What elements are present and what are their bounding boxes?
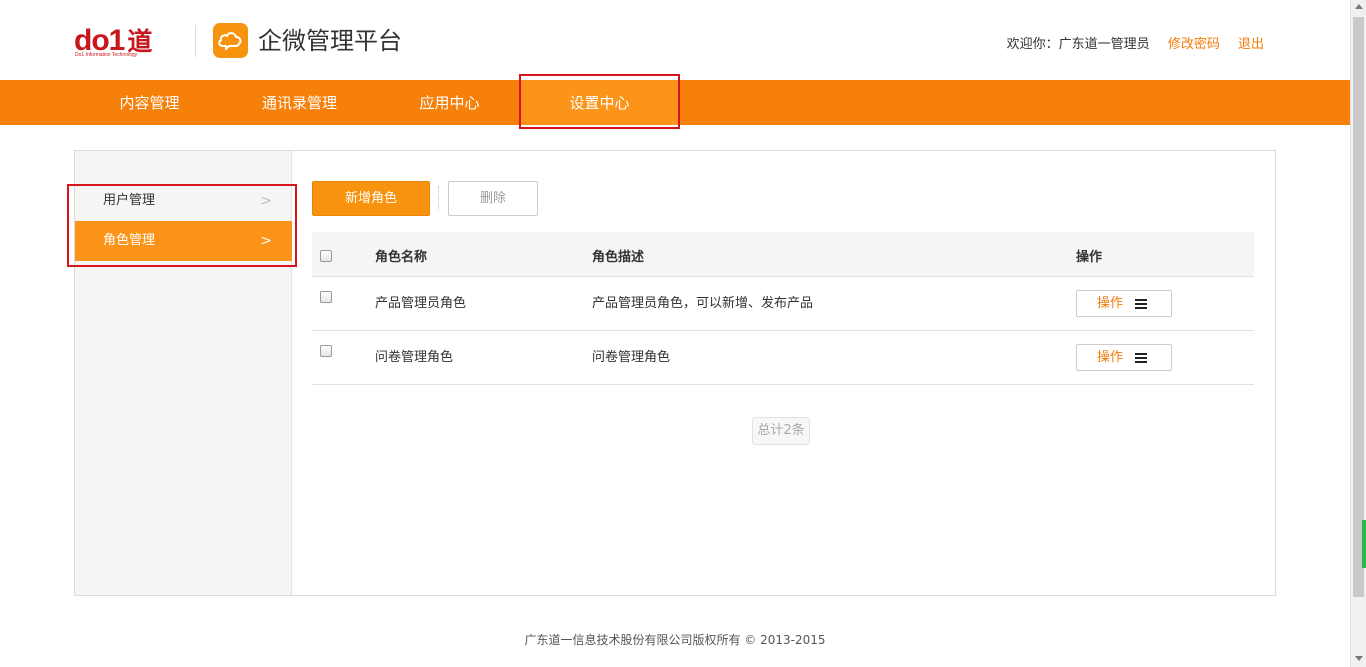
scroll-down-arrow-icon[interactable] bbox=[1355, 656, 1363, 661]
total-count: 总计2条 bbox=[752, 417, 810, 445]
nav-item-apps[interactable]: 应用中心 bbox=[378, 80, 521, 125]
column-header-name: 角色名称 bbox=[375, 250, 428, 265]
scroll-up-arrow-icon[interactable] bbox=[1355, 4, 1363, 9]
brand-title: 企微管理平台 bbox=[258, 27, 402, 55]
nav-highlight-frame bbox=[519, 74, 680, 129]
cloud-chat-icon bbox=[213, 23, 248, 58]
logout-link[interactable]: 退出 bbox=[1238, 37, 1264, 52]
user-area: 欢迎你：广东道一管理员 修改密码 退出 bbox=[1007, 36, 1264, 54]
nav-item-contacts[interactable]: 通讯录管理 bbox=[221, 80, 378, 125]
footer-copyright: 广东道一信息技术股份有限公司版权所有 © 2013-2015 bbox=[524, 633, 826, 647]
row-action-label: 操作 bbox=[1097, 296, 1124, 311]
toolbar-divider bbox=[438, 186, 439, 210]
row-action-label: 操作 bbox=[1097, 350, 1124, 365]
table-header: 角色名称 角色描述 操作 bbox=[312, 232, 1254, 277]
welcome-text: 欢迎你：广东道一管理员 bbox=[1006, 37, 1150, 52]
add-role-button[interactable]: 新增角色 bbox=[312, 181, 430, 216]
hamburger-menu-icon bbox=[1135, 299, 1147, 309]
sidebar-highlight-frame bbox=[67, 184, 297, 267]
role-description: 产品管理员角色，可以新增、发布产品 bbox=[592, 296, 814, 311]
do1-logo[interactable]: do1 道 Do1 Information Technology bbox=[74, 22, 184, 60]
nav-item-content[interactable]: 内容管理 bbox=[78, 80, 221, 125]
change-password-link[interactable]: 修改密码 bbox=[1168, 37, 1220, 52]
role-name: 产品管理员角色 bbox=[375, 296, 467, 311]
column-header-actions: 操作 bbox=[1076, 250, 1103, 265]
column-header-description: 角色描述 bbox=[592, 250, 645, 265]
table-row[interactable]: 产品管理员角色 产品管理员角色，可以新增、发布产品 操作 bbox=[312, 277, 1254, 331]
side-indicator bbox=[1362, 520, 1366, 568]
table-row[interactable]: 问卷管理角色 问卷管理角色 操作 bbox=[312, 331, 1254, 385]
row-checkbox[interactable] bbox=[320, 345, 332, 357]
header: do1 道 Do1 Information Technology 企微管理平台 欢… bbox=[0, 0, 1350, 80]
header-divider bbox=[195, 25, 196, 57]
row-action-button[interactable]: 操作 bbox=[1076, 344, 1172, 371]
hamburger-menu-icon bbox=[1135, 353, 1147, 363]
delete-button[interactable]: 删除 bbox=[448, 181, 538, 216]
role-name: 问卷管理角色 bbox=[375, 350, 454, 365]
row-action-button[interactable]: 操作 bbox=[1076, 290, 1172, 317]
row-checkbox[interactable] bbox=[320, 291, 332, 303]
role-description: 问卷管理角色 bbox=[592, 350, 671, 365]
scroll-thumb[interactable] bbox=[1353, 17, 1364, 597]
select-all-checkbox[interactable] bbox=[320, 250, 332, 262]
logo-subtitle: Do1 Information Technology bbox=[75, 52, 138, 58]
